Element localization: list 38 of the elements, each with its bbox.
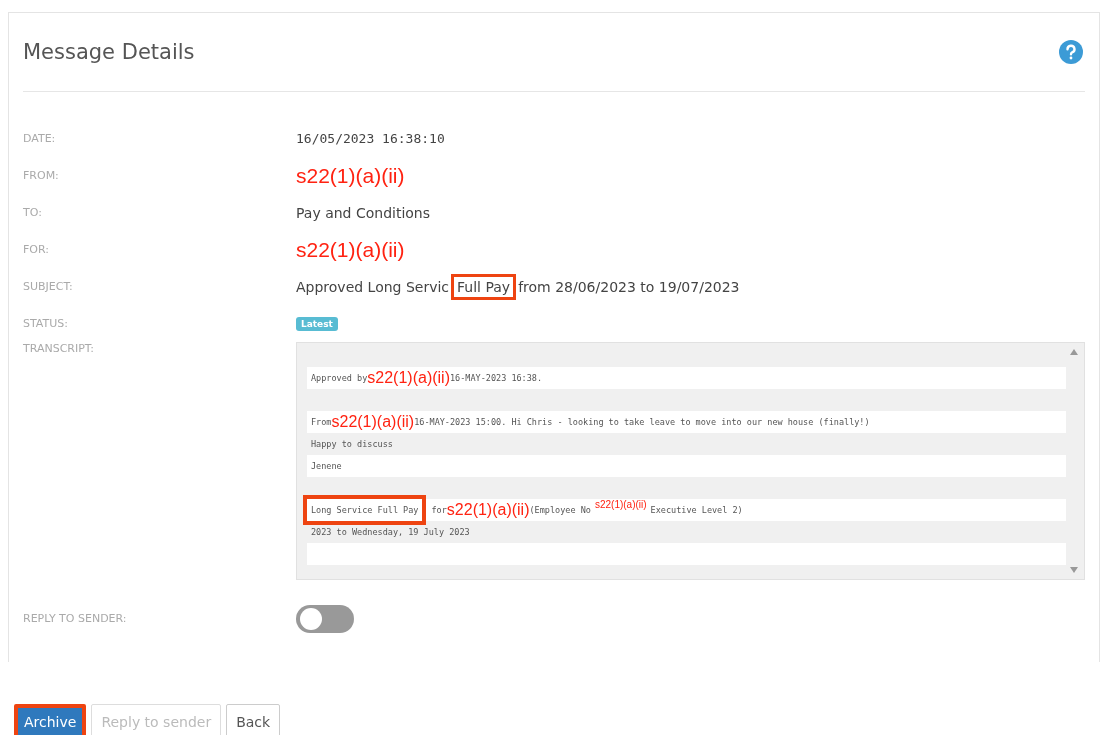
field-value: from 28/06/2023 to 19/07/2023: [518, 278, 740, 295]
help-icon[interactable]: [1059, 40, 1083, 64]
redaction-mark: s22(1)(a)(ii): [367, 369, 450, 387]
redaction-mark: s22(1)(a)(ii): [446, 501, 530, 519]
redaction-mark: s22(1)(a)(ii): [331, 413, 415, 431]
panel-title: Message Details: [23, 40, 195, 64]
field-label: FROM:: [23, 169, 60, 182]
reply-toggle[interactable]: [296, 604, 354, 633]
transcript-text: 16-MAY-2023 16:38.: [449, 373, 543, 383]
field-label: SUBJECT:: [23, 280, 74, 293]
field-label: FOR:: [23, 243, 50, 256]
transcript-text: Happy to discuss: [311, 439, 393, 449]
archive-button[interactable]: Archive: [14, 704, 87, 735]
redaction-mark: s22(1)(a)(ii): [296, 237, 405, 262]
scroll-up-icon[interactable]: [1070, 349, 1078, 355]
field-label: TRANSCRIPT:: [23, 342, 96, 355]
field-label: REPLY TO SENDER:: [23, 612, 128, 625]
field-value: 16/05/2023 16:38:10: [296, 131, 445, 146]
field-value: Pay and Conditions: [296, 204, 431, 221]
action-button[interactable]: Back: [226, 704, 281, 735]
transcript-text: for: [431, 505, 447, 515]
redaction-mark: s22(1)(a)(ii): [594, 499, 647, 510]
transcript-text: From: [311, 417, 332, 427]
field-value: Approved Long Servic: [296, 278, 450, 295]
field-label: TO:: [23, 206, 43, 219]
transcript-text: 16-MAY-2023 15:00. Hi Chris - looking to take leave to move into our new house (finally!): [414, 417, 870, 427]
field-label: DATE:: [23, 132, 57, 145]
status-badge: Latest: [296, 316, 338, 331]
scroll-down-icon[interactable]: [1070, 567, 1078, 573]
transcript-text: (Employee No: [529, 505, 591, 515]
highlighted-text: Long Service Full Pay: [303, 495, 427, 525]
transcript-text: 2023 to Wednesday, 19 July 2023: [311, 527, 470, 537]
redaction-mark: s22(1)(a)(ii): [296, 163, 405, 188]
transcript-text: Executive Level 2): [650, 505, 743, 515]
transcript-text: Jenene: [311, 461, 342, 471]
highlighted-text: Full Pay: [451, 273, 517, 300]
field-label: STATUS:: [23, 317, 69, 330]
transcript-text: Approved by: [311, 373, 368, 383]
